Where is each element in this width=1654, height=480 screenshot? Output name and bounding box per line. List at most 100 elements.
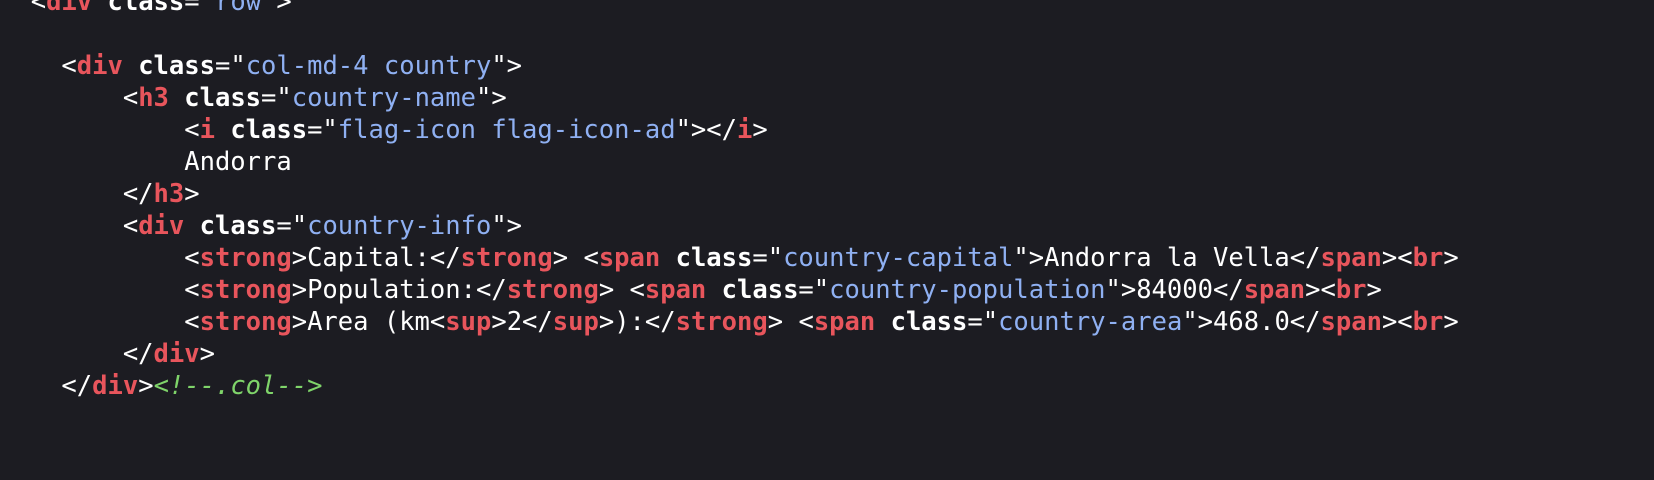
code-punctuation: </ xyxy=(1289,243,1321,273)
code-punctuation: </ xyxy=(122,179,154,209)
code-punctuation: < xyxy=(61,51,77,81)
code-punctuation: =" xyxy=(307,115,338,145)
html-tag-name: strong xyxy=(675,307,768,337)
code-editor[interactable]: <div class="row"> <div class="col-md-4 c… xyxy=(0,0,1654,480)
html-tag-name: i xyxy=(199,115,215,145)
html-tag-name: strong xyxy=(199,275,292,305)
code-punctuation: > < xyxy=(598,275,645,305)
code-punctuation: > xyxy=(598,307,615,337)
code-punctuation: > xyxy=(138,371,154,401)
code-punctuation: "> xyxy=(1105,275,1137,305)
code-line[interactable] xyxy=(0,18,1654,50)
code-punctuation: =" xyxy=(967,307,999,337)
code-punctuation: > xyxy=(752,115,768,145)
code-punctuation: < xyxy=(184,275,200,305)
html-tag-name: br xyxy=(1412,307,1444,337)
html-tag-name: br xyxy=(1412,243,1444,273)
code-line[interactable]: <strong>Area (km<sup>2</sup>):</strong> … xyxy=(0,306,1654,338)
code-line[interactable]: <h3 class="country-name"> xyxy=(0,82,1654,114)
code-punctuation: < xyxy=(122,83,139,113)
code-punctuation: >< xyxy=(1381,243,1413,273)
code-punctuation: "> xyxy=(475,83,507,113)
attribute-value: country-capital xyxy=(783,243,1014,273)
code-punctuation xyxy=(92,0,107,17)
code-punctuation: =" xyxy=(261,83,292,113)
code-punctuation: </ xyxy=(1289,307,1321,337)
code-punctuation: > < xyxy=(552,243,599,273)
code-punctuation: < xyxy=(184,115,200,145)
html-tag-name: sup xyxy=(552,307,599,337)
code-line[interactable]: </div> xyxy=(0,338,1654,370)
code-punctuation xyxy=(706,275,721,305)
code-punctuation xyxy=(660,243,675,273)
code-punctuation: > xyxy=(184,179,200,209)
code-line[interactable]: Andorra xyxy=(0,146,1654,178)
code-line[interactable]: <strong>Population:</strong> <span class… xyxy=(0,274,1654,306)
attribute-value: country-info xyxy=(307,211,492,241)
code-content[interactable]: <div class="row"> <div class="col-md-4 c… xyxy=(0,0,1654,402)
code-punctuation xyxy=(215,115,230,145)
code-punctuation: =" xyxy=(214,51,246,81)
code-punctuation: > xyxy=(1366,275,1382,305)
attribute-value: col-md-4 country xyxy=(245,51,492,81)
code-punctuation: "> xyxy=(261,0,292,17)
code-punctuation xyxy=(875,307,890,337)
code-line[interactable]: <i class="flag-icon flag-icon-ad"></i> xyxy=(0,114,1654,146)
code-punctuation: =" xyxy=(276,211,308,241)
code-punctuation: </ xyxy=(475,275,507,305)
text-content: Population: xyxy=(307,275,476,305)
code-punctuation: > xyxy=(1443,243,1459,273)
code-punctuation: </ xyxy=(122,339,154,369)
attribute-value: row xyxy=(214,0,262,17)
html-tag-name: strong xyxy=(199,307,292,337)
code-line[interactable]: <div class="col-md-4 country"> xyxy=(0,50,1654,82)
text-content: Area (km xyxy=(307,307,430,337)
code-line[interactable]: <strong>Capital:</strong> <span class="c… xyxy=(0,242,1654,274)
code-punctuation: < xyxy=(122,211,139,241)
html-tag-name: div xyxy=(46,0,93,17)
code-punctuation: "> xyxy=(491,51,523,81)
text-content: ): xyxy=(614,307,645,337)
html-tag-name: i xyxy=(736,115,753,145)
code-punctuation: < xyxy=(184,307,200,337)
code-punctuation: "> xyxy=(491,211,523,241)
code-punctuation: > xyxy=(291,243,308,273)
html-attribute: class xyxy=(138,51,215,81)
code-line[interactable]: </div><!--.col--> xyxy=(0,370,1654,402)
code-punctuation: >< xyxy=(1305,275,1336,305)
html-tag-name: span xyxy=(598,243,661,273)
code-punctuation: > < xyxy=(767,307,814,337)
attribute-value: country-population xyxy=(829,275,1106,305)
code-punctuation: =" xyxy=(184,0,215,17)
html-tag-name: span xyxy=(644,275,707,305)
code-punctuation: > xyxy=(1443,307,1459,337)
html-attribute: class xyxy=(890,307,968,337)
code-punctuation: < xyxy=(429,307,446,337)
code-punctuation xyxy=(184,211,199,241)
code-punctuation: "> xyxy=(1013,243,1045,273)
code-punctuation: > xyxy=(491,307,507,337)
code-line[interactable]: <div class="country-info"> xyxy=(0,210,1654,242)
html-tag-name: strong xyxy=(460,243,553,273)
code-line[interactable]: </h3> xyxy=(0,178,1654,210)
attribute-value: country-name xyxy=(291,83,476,113)
code-punctuation: < xyxy=(184,243,200,273)
code-punctuation: >< xyxy=(1381,307,1413,337)
code-punctuation: </ xyxy=(1212,275,1244,305)
code-punctuation: "> xyxy=(1182,307,1214,337)
html-tag-name: div xyxy=(153,339,200,369)
code-punctuation: =" xyxy=(798,275,830,305)
html-attribute: class xyxy=(675,243,753,273)
html-comment: <!--.col--> xyxy=(153,371,323,401)
code-line[interactable]: <div class="row"> xyxy=(0,0,1654,18)
html-tag-name: span xyxy=(813,307,876,337)
